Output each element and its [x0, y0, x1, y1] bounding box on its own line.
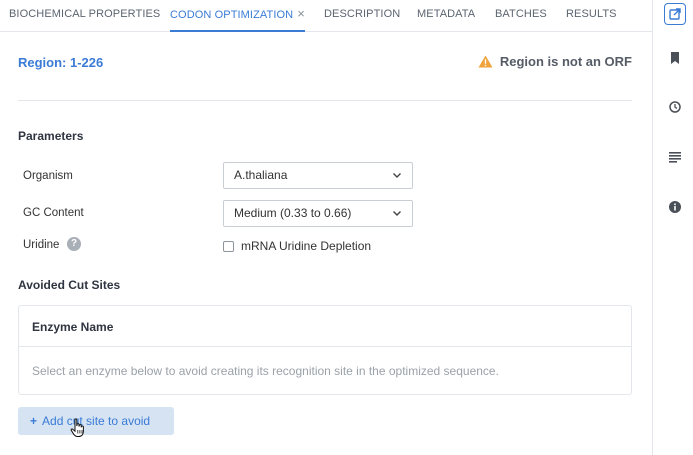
cut-sites-table: Enzyme Name Select an enzyme below to av…: [18, 305, 632, 395]
warning-triangle-icon: [478, 55, 493, 68]
add-cut-site-button[interactable]: + Add cut site to avoid: [18, 407, 174, 435]
organism-select[interactable]: A.thaliana: [223, 162, 413, 189]
list-icon: [669, 151, 681, 163]
add-cut-site-label: Add cut site to avoid: [42, 414, 151, 428]
share-button[interactable]: [664, 3, 686, 25]
info-icon: [669, 201, 681, 213]
tab-label: RESULTS: [566, 8, 617, 20]
warning-text: Region is not an ORF: [499, 54, 632, 69]
tab-label: BATCHES: [495, 8, 547, 20]
close-icon[interactable]: ×: [297, 0, 305, 28]
tab-metadata[interactable]: METADATA: [417, 0, 475, 32]
uridine-label: Uridine: [23, 239, 60, 251]
avoided-cut-sites-heading: Avoided Cut Sites: [18, 278, 121, 292]
tab-biochemical-properties[interactable]: BIOCHEMICAL PROPERTIES: [9, 0, 160, 32]
empty-state-message: Select an enzyme below to avoid creating…: [32, 364, 499, 378]
tab-bar: BIOCHEMICAL PROPERTIES CODON OPTIMIZATIO…: [0, 0, 652, 32]
chevron-down-icon: [392, 201, 402, 235]
right-sidebar: [652, 0, 693, 455]
tab-batches[interactable]: BATCHES: [495, 0, 547, 32]
codon-optimization-panel: Region: 1-226 Region is not an ORF Param…: [0, 32, 652, 455]
list-button[interactable]: [665, 147, 685, 167]
gc-content-label: GC Content: [23, 207, 84, 219]
enzyme-name-column-header: Enzyme Name: [19, 306, 631, 347]
uridine-depletion-checkbox[interactable]: [223, 241, 234, 252]
bookmark-icon: [671, 52, 679, 64]
organism-label: Organism: [23, 170, 73, 182]
share-icon: [669, 8, 681, 20]
history-button[interactable]: [665, 97, 685, 117]
clock-icon: [669, 101, 681, 113]
tab-codon-optimization[interactable]: CODON OPTIMIZATION ×: [170, 0, 305, 32]
tab-description[interactable]: DESCRIPTION: [324, 0, 400, 32]
help-icon[interactable]: ?: [67, 237, 81, 251]
orf-warning: Region is not an ORF: [478, 54, 632, 69]
tab-label: DESCRIPTION: [324, 8, 401, 20]
plus-icon: +: [30, 414, 38, 428]
parameters-heading: Parameters: [18, 129, 84, 143]
tab-label: METADATA: [417, 8, 476, 20]
gc-content-value: Medium (0.33 to 0.66): [234, 206, 352, 220]
chevron-down-icon: [392, 163, 402, 197]
hand-cursor-icon: [70, 418, 84, 437]
uridine-depletion-label[interactable]: mRNA Uridine Depletion: [241, 239, 371, 253]
tab-label: CODON OPTIMIZATION: [170, 9, 294, 21]
bookmark-button[interactable]: [665, 48, 685, 68]
tab-results[interactable]: RESULTS: [566, 0, 617, 32]
organism-value: A.thaliana: [234, 168, 288, 182]
divider: [18, 100, 632, 101]
info-button[interactable]: [665, 197, 685, 217]
region-link[interactable]: Region: 1-226: [18, 55, 103, 70]
gc-content-select[interactable]: Medium (0.33 to 0.66): [223, 200, 413, 227]
tab-label: BIOCHEMICAL PROPERTIES: [9, 8, 161, 20]
